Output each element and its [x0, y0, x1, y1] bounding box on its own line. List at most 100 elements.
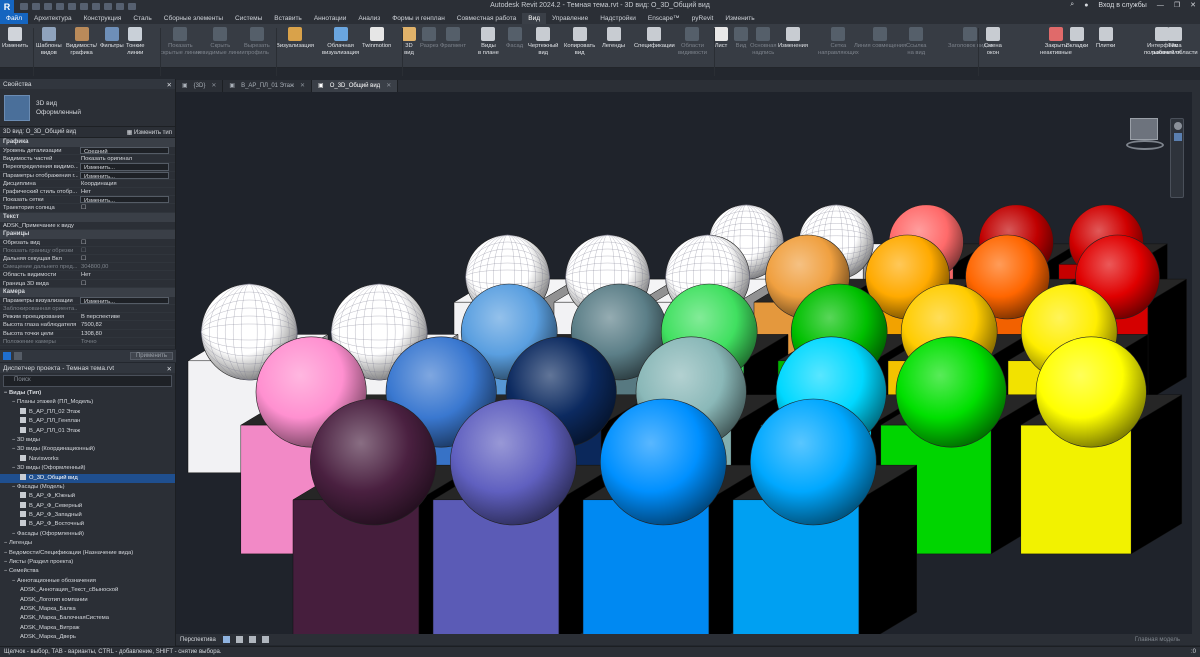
sphere[interactable]	[600, 398, 727, 526]
browser-item[interactable]: − Листы (Раздел проекта)	[0, 558, 175, 567]
ribbon-button-4[interactable]: Тонкие линии	[126, 27, 145, 56]
browser-search-input[interactable]: Поиск	[3, 375, 172, 387]
edit-type-button[interactable]: ▦ Изменить тип	[127, 129, 172, 136]
ribbon-button-17[interactable]: Копировать вид	[564, 27, 595, 56]
browser-item[interactable]: ADSK_Логотип компании	[0, 596, 175, 605]
menu-tab-1[interactable]: Архитектура	[28, 13, 78, 24]
property-section-2[interactable]: Границы	[0, 229, 175, 239]
visual-style-icon[interactable]	[222, 636, 230, 643]
browser-item[interactable]: ADSK_Аннотация_Текст_сВыноской	[0, 586, 175, 595]
menu-tab-12[interactable]: Управление	[546, 13, 594, 24]
3d-viewport[interactable]	[176, 92, 1192, 634]
browser-item[interactable]: ADSK_Марка_Витраж	[0, 624, 175, 633]
user-icon[interactable]: ●	[1084, 2, 1088, 9]
browser-item[interactable]: − Семейства	[0, 567, 175, 576]
properties-help-link[interactable]	[3, 352, 22, 360]
ribbon-button-10[interactable]: Twinmotion	[362, 27, 391, 50]
view-tab-0[interactable]: ▣ {3D} ✕	[176, 80, 224, 92]
browser-item[interactable]: − 3D виды (Координационный)	[0, 445, 175, 454]
browser-item[interactable]: − Фасады (Модель)	[0, 483, 175, 492]
browser-item[interactable]: − 3D виды (Оформленный)	[0, 464, 175, 473]
ribbon-button-13[interactable]: Фрагмент	[440, 27, 466, 50]
sphere[interactable]	[895, 336, 1007, 448]
menu-tab-6[interactable]: Вставить	[268, 13, 308, 24]
menu-tab-3[interactable]: Сталь	[127, 13, 157, 24]
view-tab-1[interactable]: ▣ В_АР_ПЛ_01 Этаж ✕	[223, 80, 313, 92]
browser-item[interactable]: В_АР_ПЛ_Генплан	[0, 417, 175, 426]
ribbon-button-31[interactable]: Вкладки	[1066, 27, 1088, 50]
menu-tab-16[interactable]: Изменить	[719, 13, 760, 24]
browser-item[interactable]: Navisworks	[0, 454, 175, 464]
menu-tab-14[interactable]: Enscape™	[642, 13, 686, 24]
browser-item[interactable]: − Фасады (Оформленный)	[0, 530, 175, 539]
navigation-bar[interactable]	[1170, 118, 1184, 198]
ribbon-button-27[interactable]: Ссылка на вид	[906, 27, 927, 56]
menu-tab-13[interactable]: Надстройки	[594, 13, 642, 24]
browser-item[interactable]: − Виды (Тип)	[0, 389, 175, 398]
ribbon-button-24[interactable]: Изменения	[778, 27, 808, 50]
browser-item[interactable]: − Планы этажей (ПЛ_Модель)	[0, 398, 175, 407]
close-icon[interactable]: ✕	[386, 80, 391, 92]
view-scrollbar[interactable]	[1192, 92, 1200, 634]
ribbon-button-0[interactable]: Изменить	[2, 27, 28, 50]
menu-tab-11[interactable]: Вид	[522, 13, 547, 24]
ribbon-button-6[interactable]: Скрыть невидимые линии	[196, 27, 245, 56]
browser-item[interactable]: − 3D виды	[0, 436, 175, 445]
3d-scene[interactable]	[176, 92, 1192, 634]
menu-tab-2[interactable]: Конструкция	[78, 13, 128, 24]
menu-tab-9[interactable]: Формы и генплан	[386, 13, 451, 24]
ribbon-button-22[interactable]: Вид	[734, 27, 748, 50]
property-value[interactable]: Изменить...	[80, 296, 169, 304]
browser-item[interactable]: ADSK_Марка_БалочнаяСистема	[0, 614, 175, 623]
property-value[interactable]: Изменить...	[80, 163, 169, 171]
shadows-icon[interactable]	[248, 636, 256, 643]
browser-item[interactable]: − Аннотационные обозначения	[0, 577, 175, 586]
property-section-3[interactable]: Камера	[0, 287, 175, 297]
ribbon-button-26[interactable]: Линия совмещения	[854, 27, 906, 50]
ribbon-button-9[interactable]: Облачная визуализация	[322, 27, 359, 56]
type-selector[interactable]: 3D вид Оформленный	[0, 89, 175, 127]
browser-item[interactable]: В_АР_ПЛ_01 Этаж	[0, 426, 175, 436]
close-icon[interactable]: ✕	[167, 365, 172, 373]
close-button[interactable]: ✕	[1190, 1, 1196, 9]
ribbon-button-14[interactable]: Виды в плане	[478, 27, 499, 56]
browser-item[interactable]: − Легенды	[0, 539, 175, 548]
sphere[interactable]	[450, 398, 577, 526]
menu-tab-8[interactable]: Анализ	[352, 13, 386, 24]
browser-item[interactable]: О_3D_Общий вид	[0, 473, 175, 483]
ribbon-button-12[interactable]: Разрез	[420, 27, 438, 50]
ribbon-button-7[interactable]: Вырезать профиль	[244, 27, 270, 56]
ribbon-button-20[interactable]: Области видимости	[678, 27, 707, 56]
browser-item[interactable]: В_АР_Ф_Восточный	[0, 520, 175, 529]
close-icon[interactable]: ✕	[300, 80, 305, 92]
ribbon-button-8[interactable]: Визуализация	[276, 27, 314, 50]
minimize-button[interactable]: —	[1157, 2, 1164, 9]
ribbon-button-15[interactable]: Фасад	[506, 27, 523, 50]
sun-path-icon[interactable]	[235, 636, 243, 643]
zoom-icon[interactable]	[1174, 133, 1182, 141]
ribbon-button-2[interactable]: Видимость/графика	[66, 27, 97, 56]
ribbon-button-32[interactable]: Плитки	[1096, 27, 1115, 50]
menu-tab-10[interactable]: Совместная работа	[451, 13, 522, 24]
menu-tab-5[interactable]: Системы	[229, 13, 268, 24]
menu-tab-4[interactable]: Сборные элементы	[158, 13, 229, 24]
browser-item[interactable]: В_АР_ПЛ_02 Этаж	[0, 407, 175, 417]
ribbon-button-1[interactable]: Шаблоны видов	[36, 27, 62, 56]
property-value[interactable]: Средний	[80, 147, 169, 155]
sign-in-link[interactable]: Вход в службы	[1098, 2, 1146, 9]
browser-item[interactable]: ADSK_Марка_Дверь	[0, 633, 175, 642]
ribbon-button-11[interactable]: 3D вид	[402, 27, 416, 56]
ribbon-button-19[interactable]: Спецификации	[634, 27, 675, 50]
sphere[interactable]	[1035, 336, 1147, 448]
ribbon-button-25[interactable]: Сетка направляющих	[818, 27, 859, 56]
menu-tab-7[interactable]: Аннотации	[308, 13, 353, 24]
ribbon-button-23[interactable]: Основная надпись	[750, 27, 776, 56]
property-section-1[interactable]: Текст	[0, 212, 175, 222]
close-icon[interactable]: ✕	[211, 80, 216, 92]
apply-button[interactable]: Применить	[129, 352, 173, 360]
sphere[interactable]	[310, 398, 437, 526]
browser-item[interactable]: − Ведомости/Спецификации (Назначение вид…	[0, 549, 175, 558]
ribbon-button-16[interactable]: Чертежный вид	[528, 27, 558, 56]
sphere[interactable]	[750, 398, 877, 526]
ribbon-button-29[interactable]: Смена окон	[984, 27, 1002, 56]
